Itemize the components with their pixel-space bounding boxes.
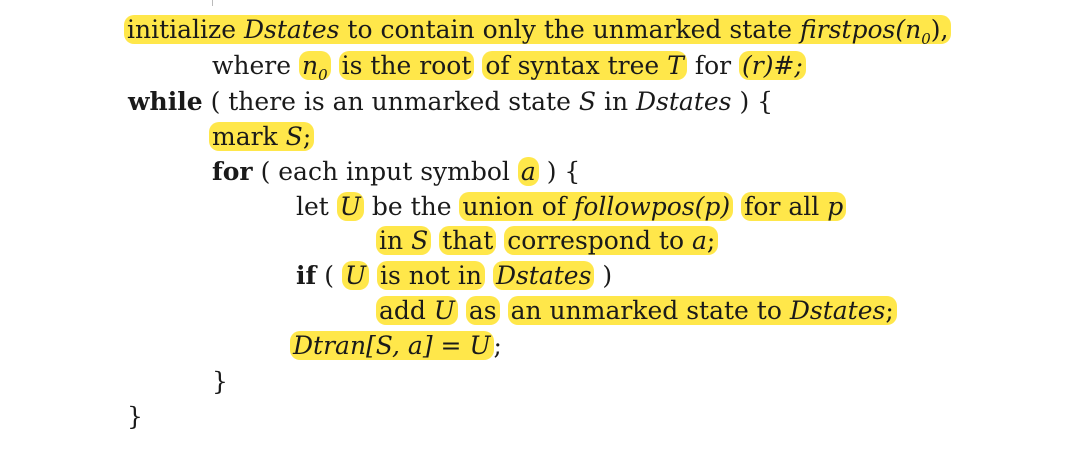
keyword-for: for — [212, 157, 253, 186]
hl-mark-s: mark S; — [209, 122, 315, 151]
hl-for-all-p: for all p — [741, 192, 847, 221]
keyword-if: if — [296, 261, 317, 290]
punct-semicolon: ; — [302, 122, 312, 151]
algo-line-1: initialize Dstates to contain only the u… — [124, 14, 952, 48]
var-u: U — [341, 261, 370, 290]
var-n0: n0 — [299, 51, 331, 84]
phrase-is-not-in: is not in — [376, 261, 485, 290]
punct-open-paren: ( — [324, 261, 334, 290]
var-s: S — [578, 87, 596, 116]
phrase-unmarked-state: to contain only the unmarked state — [347, 15, 792, 44]
punct-close: ), — [930, 15, 949, 44]
op-equals: = — [440, 331, 462, 360]
word-for: for — [694, 51, 732, 80]
punct-semicolon: ; — [493, 331, 502, 360]
var-dstates: Dstates — [789, 296, 886, 325]
subscript-zero: 0 — [318, 66, 328, 84]
var-t: T — [667, 51, 684, 80]
var-u: U — [336, 192, 364, 221]
regex-r-hash: (r)#; — [739, 51, 806, 80]
word-initialize: initialize — [127, 15, 236, 44]
phrase-unmarked-state-to: an unmarked state to — [510, 296, 782, 325]
punct-open-block: ) { — [739, 87, 774, 116]
algo-line-2: where n0 is the root of syntax tree T fo… — [212, 50, 806, 84]
phrase-correspond-to: correspond to — [507, 226, 685, 255]
phrase-is-the-root: is the root — [338, 51, 475, 80]
var-dstates: Dstates — [636, 87, 732, 116]
punct-close-paren: ) — [602, 261, 613, 290]
hl-initialize: initialize Dstates to contain only the u… — [124, 15, 952, 48]
var-n: n — [302, 51, 319, 80]
algo-line-7: in S that correspond to a; — [376, 225, 719, 257]
arg-p: (p) — [694, 192, 731, 221]
word-in: in — [603, 87, 629, 116]
var-dstates: Dstates — [492, 261, 595, 290]
keyword-while: while — [128, 87, 203, 116]
var-s: S — [285, 122, 303, 151]
word-that: that — [439, 226, 497, 255]
algo-line-10: Dtran[S, a] = U; — [290, 330, 502, 362]
word-let: let — [296, 192, 329, 221]
punct-semicolon: ; — [706, 226, 716, 255]
hl-add-u: add U — [376, 296, 458, 325]
var-u: U — [433, 296, 455, 325]
phrase-syntax-tree: of syntax tree — [485, 51, 660, 80]
hl-correspond-to-a: correspond to a; — [504, 226, 719, 255]
algo-line-12: } — [127, 401, 143, 433]
var-s: S — [411, 226, 429, 255]
var-dstates: Dstates — [243, 15, 340, 44]
algo-line-9: add U as an unmarked state to Dstates; — [376, 295, 897, 327]
word-mark: mark — [212, 122, 278, 151]
punct-close-while: } — [127, 402, 143, 431]
var-p: p — [827, 192, 844, 221]
punct-open-block: ) { — [546, 157, 581, 186]
subscript-zero: 0 — [921, 30, 931, 48]
algo-line-11: } — [212, 366, 228, 398]
expr-dtran: Dtran[S, a] — [293, 331, 433, 360]
fn-followpos: followpos — [574, 192, 695, 221]
hl-union-followpos: union of followpos(p) — [459, 192, 734, 221]
algo-line-5: for ( each input symbol a ) { — [212, 156, 580, 188]
hl-dtran-assign: Dtran[S, a] = U — [290, 331, 494, 360]
punct-close-for: } — [212, 367, 228, 396]
phrase-union-of: union of — [462, 192, 567, 221]
var-a: a — [691, 226, 707, 255]
phrase-while-condition: ( there is an unmarked state — [210, 87, 571, 116]
algo-line-4: mark S; — [209, 121, 315, 153]
fn-firstpos: firstpos(n — [799, 15, 922, 44]
phrase-for-all: for all — [744, 192, 820, 221]
var-u: U — [469, 331, 491, 360]
algorithm-document: initialize Dstates to contain only the u… — [0, 0, 1068, 456]
word-in: in — [379, 226, 404, 255]
hl-in-s: in S — [376, 226, 432, 255]
word-add: add — [379, 296, 426, 325]
punct-semicolon: ; — [885, 296, 894, 325]
firstpos-expr: firstpos(n0 — [799, 15, 931, 48]
algo-line-8: if ( U is not in Dstates ) — [296, 260, 612, 292]
word-where: where — [212, 51, 292, 80]
phrase-be-the: be the — [371, 192, 452, 221]
hl-unmarked-state-to: an unmarked state to Dstates; — [507, 296, 897, 325]
phrase-each-input-symbol: ( each input symbol — [260, 157, 510, 186]
algo-line-3: while ( there is an unmarked state S in … — [128, 86, 773, 118]
top-edge-mark — [212, 0, 221, 6]
algo-line-6: let U be the union of followpos(p) for a… — [296, 191, 847, 223]
word-as: as — [465, 296, 500, 325]
hl-syntax-tree: of syntax tree T — [482, 51, 687, 80]
var-a: a — [517, 157, 539, 186]
